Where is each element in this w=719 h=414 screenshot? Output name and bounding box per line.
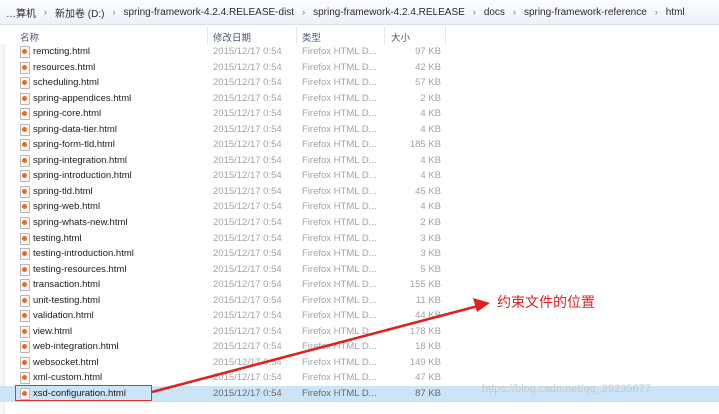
watermark-text: https://blog.csdn.net/qq_29235677 xyxy=(482,383,651,395)
annotation-arrow xyxy=(151,298,490,394)
